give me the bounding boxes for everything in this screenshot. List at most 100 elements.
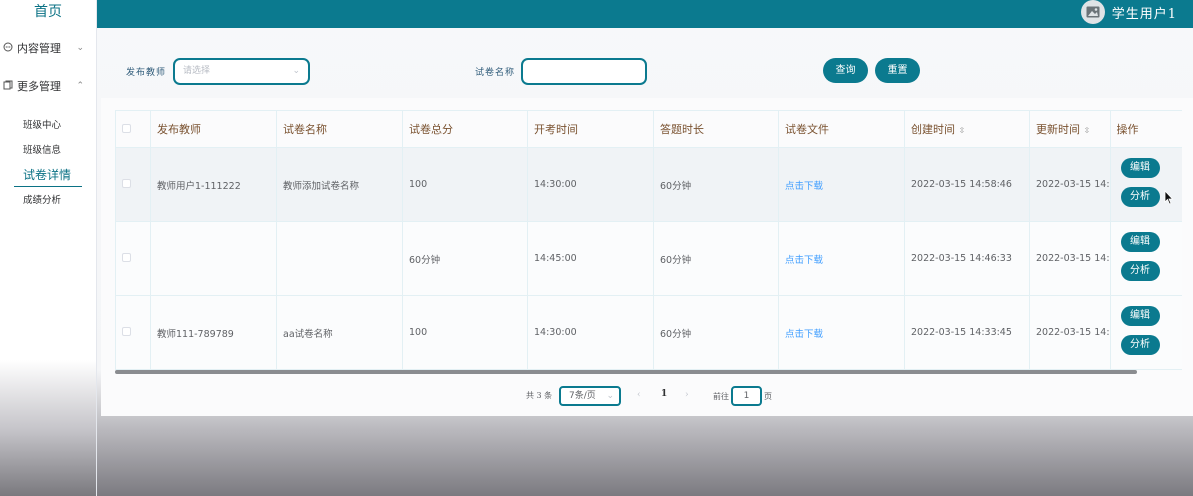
home-link[interactable]: 首页	[0, 0, 96, 28]
sidebar-item-score-analysis[interactable]: 成绩分析	[0, 188, 96, 213]
teacher-label: 发布教师	[126, 68, 167, 78]
column-header: 开考时间	[527, 110, 654, 148]
sidebar-item-paper-details[interactable]: 试卷详情	[0, 163, 96, 188]
cell-score: 100	[402, 147, 528, 222]
row-checkbox-cell[interactable]	[115, 147, 151, 222]
chevron-up-icon: ⌃	[76, 81, 84, 91]
data-table: 发布教师 试卷名称 试卷总分 开考时间 答题时长 试卷文件 创建时间 ⇳ 更新时…	[115, 110, 1183, 370]
image-icon	[1086, 6, 1100, 18]
cell-start: 14:30:00	[527, 295, 654, 370]
column-header: 试卷总分	[402, 110, 528, 148]
pagination-total: 共 3 条	[526, 391, 553, 400]
cell-created: 2022-03-15 14:33:45	[904, 295, 1030, 370]
cell-file: 点击下载	[778, 147, 905, 222]
edit-button[interactable]: 编辑	[1120, 232, 1160, 252]
column-header: 试卷名称	[276, 110, 403, 148]
cell-updated: 2022-03-15 14:	[1029, 295, 1111, 370]
download-link[interactable]: 点击下载	[785, 329, 823, 340]
sort-icon[interactable]: ⇳	[1084, 126, 1091, 135]
goto-suffix: 页	[764, 392, 772, 401]
cell-paper: 教师添加试卷名称	[276, 147, 403, 222]
goto-page-input[interactable]: 1	[731, 386, 762, 406]
column-header: 操作	[1109, 110, 1183, 148]
cell-score: 60分钟	[402, 221, 528, 296]
table-row: 教师用户1-111222 教师添加试卷名称 100 14:30:00 60分钟 …	[115, 147, 1183, 222]
sort-icon[interactable]: ⇳	[959, 126, 966, 135]
analyze-button[interactable]: 分析	[1120, 335, 1160, 355]
cursor-icon	[1164, 190, 1174, 205]
analyze-button[interactable]: 分析	[1120, 187, 1160, 207]
prev-page-icon[interactable]: ‹	[637, 390, 641, 400]
header-checkbox-cell[interactable]	[115, 110, 151, 148]
row-checkbox[interactable]	[122, 326, 131, 336]
avatar[interactable]	[1081, 0, 1105, 24]
sidebar-item-class-info[interactable]: 班级信息	[0, 138, 96, 163]
top-header: 学生用户1	[97, 0, 1193, 28]
paper-name-input[interactable]	[521, 58, 647, 85]
teacher-select[interactable]: 请选择 ⌄	[173, 58, 310, 85]
cell-duration: 60分钟	[653, 221, 779, 296]
cell-start: 14:30:00	[527, 147, 654, 222]
cell-actions: 编辑 分析	[1109, 295, 1183, 370]
menu-group-more[interactable]: 更多管理 ⌃	[0, 67, 96, 105]
cell-start: 14:45:00	[527, 221, 654, 296]
table-row: 60分钟 14:45:00 60分钟 点击下载 2022-03-15 14:46…	[115, 221, 1183, 296]
edit-button[interactable]: 编辑	[1120, 158, 1160, 178]
cell-created: 2022-03-15 14:46:33	[904, 221, 1030, 296]
cell-teacher: 教师用户1-111222	[150, 147, 277, 222]
chat-icon	[3, 42, 17, 55]
row-checkbox-cell[interactable]	[115, 295, 151, 370]
paper-name-label: 试卷名称	[475, 68, 516, 78]
cell-teacher: 教师111-789789	[150, 295, 277, 370]
copy-icon	[3, 80, 17, 93]
download-link[interactable]: 点击下载	[785, 255, 823, 266]
cell-updated: 2022-03-15 14:	[1029, 221, 1111, 296]
horizontal-scrollbar[interactable]	[115, 370, 1137, 374]
column-header: 试卷文件	[778, 110, 905, 148]
username[interactable]: 学生用户1	[1112, 3, 1177, 22]
cell-file: 点击下载	[778, 221, 905, 296]
page-number[interactable]: 1	[661, 389, 667, 399]
table-row: 教师111-789789 aa试卷名称 100 14:30:00 60分钟 点击…	[115, 295, 1183, 370]
menu-group-content[interactable]: 内容管理 ⌄	[0, 29, 96, 67]
row-checkbox[interactable]	[122, 178, 131, 188]
select-all-checkbox[interactable]	[122, 123, 131, 133]
cell-score: 100	[402, 295, 528, 370]
cell-created: 2022-03-15 14:58:46	[904, 147, 1030, 222]
page-size-value: 7条/页	[569, 391, 596, 401]
edit-button[interactable]: 编辑	[1120, 306, 1160, 326]
row-checkbox[interactable]	[122, 252, 131, 262]
page-size-select[interactable]: 7条/页 ⌄	[559, 386, 621, 406]
table-header-row: 发布教师 试卷名称 试卷总分 开考时间 答题时长 试卷文件 创建时间 ⇳ 更新时…	[115, 110, 1183, 148]
chevron-down-icon: ⌄	[76, 43, 84, 53]
cell-duration: 60分钟	[653, 147, 779, 222]
cell-paper: aa试卷名称	[276, 295, 403, 370]
cell-paper	[276, 221, 403, 296]
query-button[interactable]: 查询	[823, 58, 868, 83]
column-header: 发布教师	[150, 110, 277, 148]
menu-group-label: 更多管理	[17, 80, 61, 93]
download-link[interactable]: 点击下载	[785, 181, 823, 192]
column-header: 答题时长	[653, 110, 779, 148]
teacher-select-placeholder: 请选择	[183, 66, 211, 76]
column-header-label: 创建时间	[911, 123, 955, 136]
cell-teacher	[150, 221, 277, 296]
analyze-button[interactable]: 分析	[1120, 261, 1160, 281]
column-header-label: 更新时间	[1036, 123, 1080, 136]
cell-updated: 2022-03-15 14:	[1029, 147, 1111, 222]
chevron-down-icon: ⌄	[292, 66, 300, 76]
reset-button[interactable]: 重置	[875, 58, 920, 83]
column-header-updated[interactable]: 更新时间 ⇳	[1029, 110, 1111, 148]
sidebar-item-class-center[interactable]: 班级中心	[0, 113, 96, 138]
cell-file: 点击下载	[778, 295, 905, 370]
cell-actions: 编辑 分析	[1109, 221, 1183, 296]
cell-duration: 60分钟	[653, 295, 779, 370]
next-page-icon[interactable]: ›	[685, 390, 689, 400]
column-header-created[interactable]: 创建时间 ⇳	[904, 110, 1030, 148]
row-checkbox-cell[interactable]	[115, 221, 151, 296]
chevron-down-icon: ⌄	[606, 391, 614, 401]
menu-group-label: 内容管理	[17, 42, 61, 55]
goto-prefix: 前往	[713, 392, 729, 401]
sidebar: 首页 内容管理 ⌄ 更多管理 ⌃ 班级中心 班级信息 试卷详情 成绩分析	[0, 0, 97, 496]
cell-actions: 编辑 分析	[1109, 147, 1183, 222]
